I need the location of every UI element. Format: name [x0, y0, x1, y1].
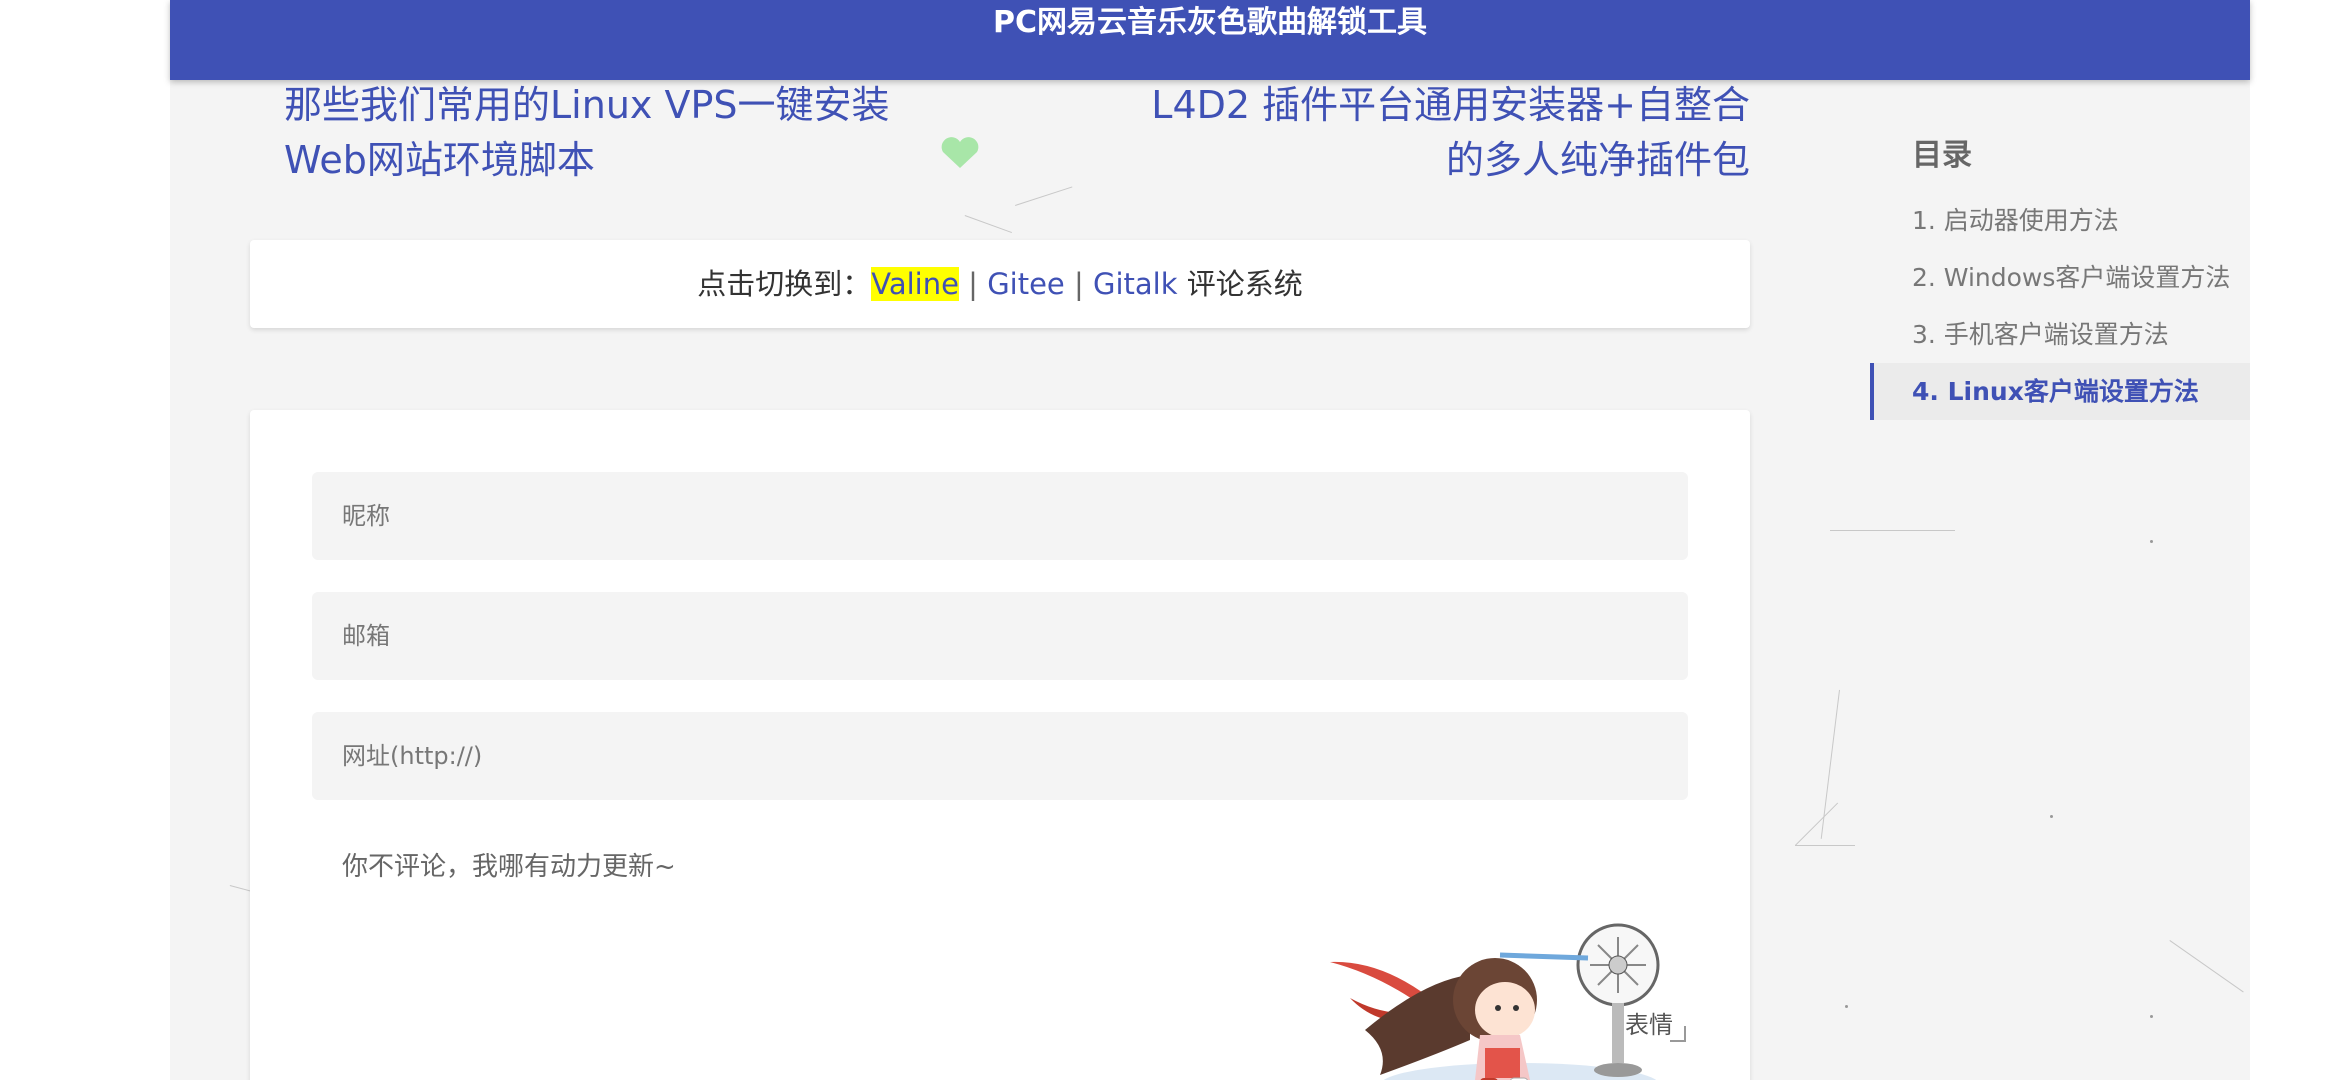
toc-title: 目录 — [1912, 138, 1972, 173]
nickname-input[interactable]: 昵称 — [312, 472, 1688, 560]
page-title: PC网易云音乐灰色歌曲解锁工具 — [992, 5, 1427, 40]
website-placeholder: 网址(http://) — [342, 742, 483, 770]
background-line — [1795, 802, 1839, 846]
switch-valine-link[interactable]: Valine — [871, 267, 959, 301]
next-post-link[interactable]: L4D2 插件平台通用安装器+自整合 的多人纯净插件包 — [1050, 78, 1750, 188]
table-of-contents: 目录 1. 启动器使用方法 2. Windows客户端设置方法 3. 手机客户端… — [1870, 120, 2250, 420]
background-line — [2169, 940, 2244, 993]
switch-gitee-link[interactable]: Gitee — [987, 267, 1065, 301]
toc-item-2[interactable]: 2. Windows客户端设置方法 — [1870, 249, 2250, 306]
textarea-resize-handle[interactable] — [1670, 1026, 1686, 1042]
heart-icon — [941, 137, 979, 168]
switch-prefix: 点击切换到： — [697, 267, 872, 301]
email-placeholder: 邮箱 — [342, 622, 390, 650]
email-input[interactable]: 邮箱 — [312, 592, 1688, 680]
background-dot — [1845, 1005, 1848, 1008]
background-line — [1795, 845, 1855, 846]
post-navigation: 那些我们常用的Linux VPS一键安装 Web网站环境脚本 L4D2 插件平台… — [250, 72, 1750, 202]
separator: | — [958, 267, 988, 301]
switch-suffix: 评论系统 — [1177, 267, 1303, 301]
prev-post-link[interactable]: 那些我们常用的Linux VPS一键安装 Web网站环境脚本 — [284, 78, 924, 188]
background-dot — [2150, 540, 2153, 543]
comment-form: 昵称 邮箱 网址(http://) 你不评论，我哪有动力更新~ 表情 — [250, 410, 1750, 1080]
top-app-bar: PC网易云音乐灰色歌曲解锁工具 — [170, 0, 2250, 80]
anime-girl-fan-illustration — [1330, 923, 1660, 1080]
toc-item-3[interactable]: 3. 手机客户端设置方法 — [1870, 306, 2250, 363]
comment-placeholder: 你不评论，我哪有动力更新~ — [342, 852, 676, 882]
switch-gitalk-link[interactable]: Gitalk — [1093, 267, 1178, 301]
website-input[interactable]: 网址(http://) — [312, 712, 1688, 800]
nickname-placeholder: 昵称 — [342, 502, 390, 530]
toc-item-4-active[interactable]: 4. Linux客户端设置方法 — [1870, 363, 2250, 420]
emoji-button[interactable]: 表情 — [1625, 1005, 1673, 1040]
comment-system-switcher: 点击切换到：Valine | Gitee | Gitalk 评论系统 — [250, 240, 1750, 328]
next-post-title-line1: L4D2 插件平台通用安装器+自整合 — [1151, 83, 1750, 127]
toc-item-1[interactable]: 1. 启动器使用方法 — [1870, 192, 2250, 249]
prev-post-title-line2: Web网站环境脚本 — [284, 138, 595, 182]
prev-post-title-line1: 那些我们常用的Linux VPS一键安装 — [284, 83, 890, 127]
separator: | — [1064, 267, 1093, 301]
background-line — [1830, 530, 1955, 531]
next-post-title-line2: 的多人纯净插件包 — [1445, 138, 1750, 182]
background-dot — [2050, 815, 2053, 818]
background-line — [964, 215, 1012, 234]
background-dot — [2150, 1015, 2153, 1018]
